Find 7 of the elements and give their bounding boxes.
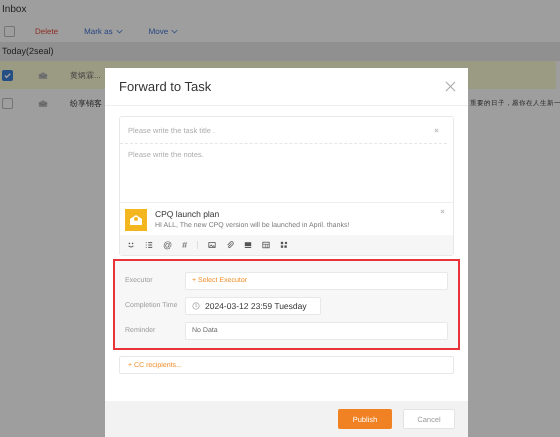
group-header: Today(2seal) <box>0 42 560 61</box>
date-value: 2024-03-12 23:59 Tuesday <box>205 300 307 310</box>
attachment-title: CPQ launch plan <box>155 209 220 219</box>
message-sender: 黄炳霖... <box>70 70 102 80</box>
dialog-title: Forward to Task <box>119 79 212 94</box>
page-title: Inbox <box>1 3 28 17</box>
message-sender: 纷享销客 <box>70 98 103 108</box>
